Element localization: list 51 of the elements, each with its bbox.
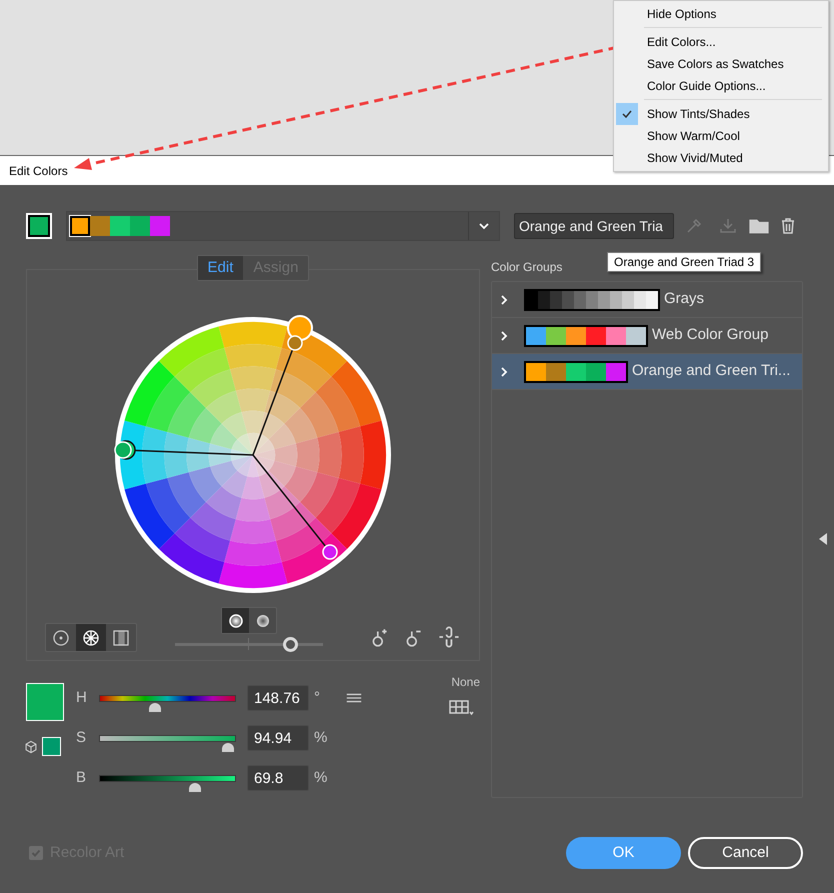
slider-thumb[interactable]: [188, 782, 200, 792]
cancel-button[interactable]: Cancel: [688, 837, 803, 869]
menu-item[interactable]: Show Vivid/Muted: [614, 147, 828, 169]
group-name-field[interactable]: Orange and Green Tria: [514, 213, 674, 239]
active-colors-dropdown[interactable]: [66, 211, 500, 241]
color-group-row[interactable]: Orange and Green Tri...: [492, 354, 802, 390]
value-field[interactable]: 94.94: [247, 725, 309, 751]
color-group-name: Orange and Green Tri...: [632, 361, 790, 382]
checkmark-icon: [622, 109, 632, 119]
slider-thumb[interactable]: [149, 702, 162, 712]
color-swatch[interactable]: [150, 216, 170, 236]
menu-item[interactable]: Hide Options: [614, 3, 828, 25]
slider-label: S: [76, 728, 88, 748]
color-groups-title: Color Groups: [491, 259, 562, 276]
web-safe-color-swatch[interactable]: [42, 737, 61, 756]
dialog-title: Edit Colors: [9, 162, 68, 180]
wheel-slider[interactable]: [175, 636, 323, 652]
menu-item[interactable]: Show Tints/Shades: [614, 103, 828, 125]
unit-label: %: [314, 728, 328, 748]
slider-label: B: [76, 768, 88, 788]
value-field[interactable]: 69.8: [247, 765, 309, 791]
caret-left-icon[interactable]: [818, 532, 828, 546]
selected-color-swatch[interactable]: [26, 213, 52, 239]
unit-label: °: [314, 688, 320, 708]
limit-label: None: [451, 674, 480, 691]
color-swatch[interactable]: [90, 216, 110, 236]
color-swatch[interactable]: [70, 216, 90, 236]
slider-thumb[interactable]: [222, 742, 234, 752]
cube-icon[interactable]: [24, 740, 38, 754]
menu-item[interactable]: Edit Colors...: [614, 31, 828, 53]
current-color-swatch[interactable]: [26, 683, 64, 721]
saturation-mode-icon[interactable]: [222, 608, 249, 633]
menu-item[interactable]: Color Guide Options...: [614, 75, 828, 97]
color-wheel-drawing[interactable]: [115, 317, 391, 593]
mode-tab[interactable]: Edit: [198, 256, 244, 280]
link-icon[interactable]: [437, 625, 461, 649]
wheel-handles-drawing[interactable]: [114, 315, 338, 560]
menu-item[interactable]: Show Warm/Cool: [614, 125, 828, 147]
segmented-wheel-icon[interactable]: [76, 624, 106, 651]
color-group-row[interactable]: Grays: [492, 282, 802, 318]
unit-label: %: [314, 768, 328, 788]
color-swatch[interactable]: [110, 216, 130, 236]
color-group-name: Web Color Group: [652, 325, 768, 346]
tooltip: Orange and Green Triad 3: [607, 252, 762, 272]
color-group-row[interactable]: Web Color Group: [492, 318, 802, 354]
value-field[interactable]: 148.76: [247, 685, 309, 711]
color-swatch[interactable]: [130, 216, 150, 236]
slider-thumb[interactable]: [283, 637, 298, 652]
menu-item[interactable]: Save Colors as Swatches: [614, 53, 828, 75]
slider-label: H: [76, 688, 88, 708]
color-group-name: Grays: [664, 289, 704, 310]
